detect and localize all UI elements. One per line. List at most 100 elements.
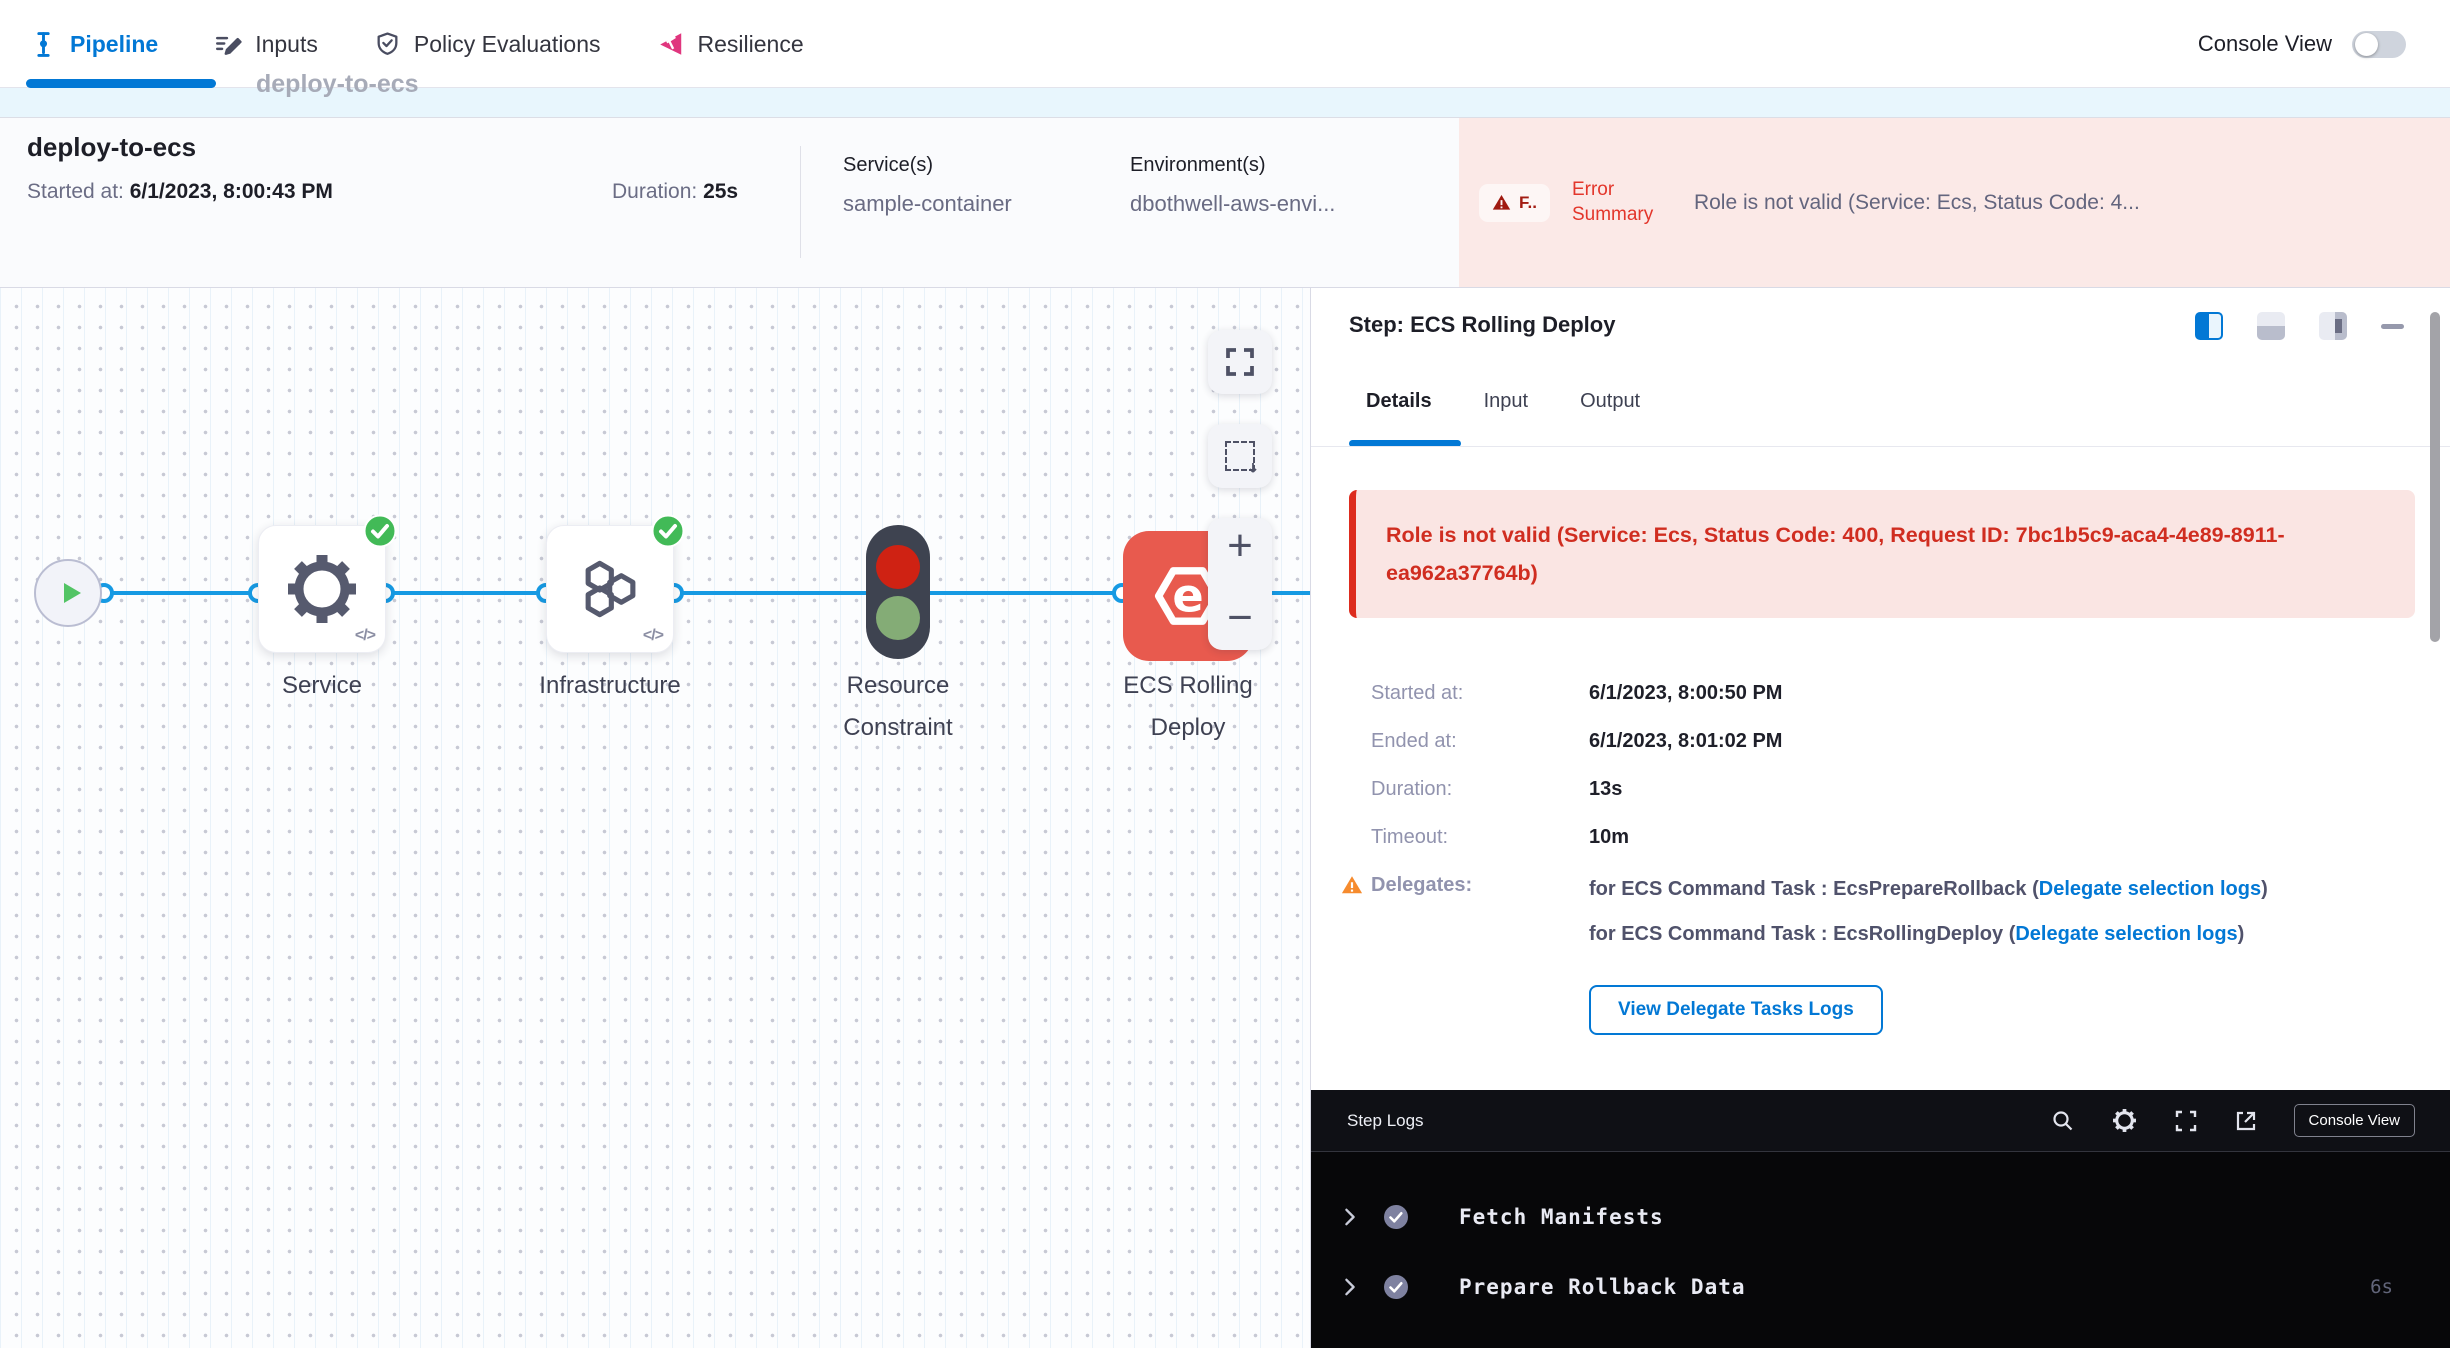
fullscreen-icon bbox=[1224, 346, 1256, 378]
logs-settings-gear-icon[interactable] bbox=[2111, 1107, 2138, 1134]
started-at-label: Started at: bbox=[27, 180, 124, 203]
zoom-out-button[interactable]: − bbox=[1227, 596, 1253, 640]
logs-search-icon[interactable] bbox=[2051, 1109, 2075, 1133]
detail-label: Duration: bbox=[1371, 778, 1589, 801]
panel-scrollbar[interactable] bbox=[2430, 312, 2440, 642]
console-view-toggle[interactable] bbox=[2352, 31, 2406, 58]
detail-row-timeout: Timeout: 10m bbox=[1371, 826, 1629, 849]
node-label-ecs: ECS Rolling Deploy bbox=[1100, 665, 1276, 749]
pipeline-canvas[interactable]: </> </> e Service Infrastructure Resourc… bbox=[0, 288, 1310, 1348]
chevron-right-icon[interactable] bbox=[1341, 1277, 1359, 1297]
logs-console-view-button[interactable]: Console View bbox=[2294, 1104, 2415, 1137]
detail-value: 6/1/2023, 8:00:50 PM bbox=[1589, 682, 1782, 705]
chevron-right-icon[interactable] bbox=[1341, 1207, 1359, 1227]
duration-label: Duration: bbox=[612, 180, 697, 203]
log-step-name: Fetch Manifests bbox=[1459, 1205, 1664, 1229]
resilience-icon bbox=[657, 30, 685, 58]
duration: Duration: 25s bbox=[612, 180, 738, 204]
environments-value[interactable]: dbothwell-aws-envi... bbox=[1130, 191, 1335, 217]
hexagons-icon bbox=[569, 548, 651, 630]
view-delegate-tasks-logs-button[interactable]: View Delegate Tasks Logs bbox=[1589, 985, 1883, 1035]
step-logs-section: Step Logs bbox=[1311, 1090, 2450, 1348]
layout-right-view-icon[interactable] bbox=[2319, 312, 2347, 340]
tab-pipeline[interactable]: Pipeline bbox=[30, 31, 158, 58]
detail-value: 10m bbox=[1589, 826, 1629, 849]
step-details-panel: Step: ECS Rolling Deploy Details Input O… bbox=[1310, 288, 2450, 1348]
delegates-warning-icon bbox=[1341, 874, 1363, 896]
status-badge-text: F.. bbox=[1519, 193, 1537, 213]
traffic-red-light bbox=[876, 545, 920, 589]
panel-layout-controls bbox=[2195, 312, 2404, 340]
panel-tabs: Details Input Output bbox=[1366, 390, 1640, 413]
execution-header: deploy-to-ecs Started at: 6/1/2023, 8:00… bbox=[0, 118, 2450, 288]
panel-tabs-divider bbox=[1311, 446, 2450, 447]
node-label-resource-constraint: Resource Constraint bbox=[812, 665, 984, 749]
svg-text:e: e bbox=[1172, 569, 1203, 623]
failed-warning-icon bbox=[1492, 193, 1511, 212]
zoom-in-button[interactable]: + bbox=[1227, 524, 1253, 568]
active-tab-indicator bbox=[26, 79, 216, 88]
tab-details[interactable]: Details bbox=[1366, 390, 1432, 413]
layout-bottom-view-icon[interactable] bbox=[2257, 312, 2285, 340]
node-infrastructure[interactable]: </> bbox=[546, 525, 674, 653]
tab-resilience[interactable]: Resilience bbox=[657, 30, 804, 58]
tab-input[interactable]: Input bbox=[1484, 390, 1528, 413]
log-step-name: Prepare Rollback Data bbox=[1459, 1275, 1746, 1299]
ghost-page-title: deploy-to-ecs bbox=[256, 70, 419, 99]
code-glyph: </> bbox=[355, 627, 375, 645]
detail-value: 6/1/2023, 8:01:02 PM bbox=[1589, 730, 1782, 753]
tab-label: Resilience bbox=[698, 31, 804, 58]
detail-row-started: Started at: 6/1/2023, 8:00:50 PM bbox=[1371, 682, 1782, 705]
success-check-badge bbox=[651, 514, 685, 548]
tab-inputs[interactable]: Inputs bbox=[214, 30, 318, 58]
error-summary-text: Role is not valid (Service: Ecs, Status … bbox=[1694, 191, 2426, 215]
delegates-label: Delegates: bbox=[1371, 874, 1589, 950]
step-success-check-icon bbox=[1383, 1274, 1409, 1300]
delegate-task-1: for ECS Command Task : EcsPrepareRollbac… bbox=[1589, 874, 2334, 905]
detail-label: Ended at: bbox=[1371, 730, 1589, 753]
tab-policy-evaluations[interactable]: Policy Evaluations bbox=[374, 31, 601, 58]
logs-fullscreen-icon[interactable] bbox=[2174, 1109, 2198, 1133]
detail-value: 13s bbox=[1589, 778, 1622, 801]
node-service[interactable]: </> bbox=[258, 525, 386, 653]
canvas-fullscreen-button[interactable] bbox=[1208, 330, 1272, 394]
logs-open-external-icon[interactable] bbox=[2234, 1109, 2258, 1133]
policy-shield-icon bbox=[374, 31, 401, 58]
pipeline-start-node[interactable] bbox=[34, 559, 102, 627]
tab-label: Policy Evaluations bbox=[414, 31, 601, 58]
detail-label: Timeout: bbox=[1371, 826, 1589, 849]
delegates-info: for ECS Command Task : EcsPrepareRollbac… bbox=[1589, 874, 2334, 950]
play-icon bbox=[57, 579, 85, 607]
log-step-duration: 6s bbox=[2370, 1276, 2393, 1298]
delegate-selection-logs-link[interactable]: Delegate selection logs bbox=[2039, 878, 2261, 900]
services-value[interactable]: sample-container bbox=[843, 191, 1012, 217]
canvas-zoom-controls: + − bbox=[1208, 518, 1272, 650]
log-step-row[interactable]: Fetch Manifests bbox=[1311, 1182, 2450, 1252]
canvas-marquee-select-button[interactable] bbox=[1208, 424, 1272, 488]
success-check-badge bbox=[363, 514, 397, 548]
node-label-infrastructure: Infrastructure bbox=[490, 665, 730, 707]
tab-output[interactable]: Output bbox=[1580, 390, 1640, 413]
pipeline-name: deploy-to-ecs bbox=[27, 132, 196, 163]
connector-edge bbox=[100, 591, 258, 595]
gear-icon bbox=[282, 549, 362, 629]
step-logs-header: Step Logs bbox=[1311, 1090, 2450, 1152]
minimize-panel-icon[interactable] bbox=[2381, 324, 2404, 329]
header-divider bbox=[800, 146, 801, 258]
started-at: Started at: 6/1/2023, 8:00:43 PM bbox=[27, 180, 333, 204]
connector-edge bbox=[385, 591, 546, 595]
duration-value: 25s bbox=[703, 180, 738, 203]
delegate-task-2: for ECS Command Task : EcsRollingDeploy … bbox=[1589, 919, 2334, 950]
detail-label: Started at: bbox=[1371, 682, 1589, 705]
log-step-row[interactable]: Prepare Rollback Data 6s bbox=[1311, 1252, 2450, 1322]
pipeline-icon bbox=[30, 31, 57, 58]
step-success-check-icon bbox=[1383, 1204, 1409, 1230]
node-resource-constraint[interactable] bbox=[866, 525, 930, 659]
delegate-selection-logs-link[interactable]: Delegate selection logs bbox=[2015, 923, 2237, 945]
step-logs-title: Step Logs bbox=[1347, 1111, 1424, 1131]
error-summary-section: F.. Error Summary Role is not valid (Ser… bbox=[1459, 118, 2450, 287]
environments-block: Environment(s) dbothwell-aws-envi... bbox=[1130, 154, 1335, 217]
status-badge: F.. bbox=[1479, 184, 1550, 222]
layout-split-view-icon[interactable] bbox=[2195, 312, 2223, 340]
code-glyph: </> bbox=[643, 627, 663, 645]
